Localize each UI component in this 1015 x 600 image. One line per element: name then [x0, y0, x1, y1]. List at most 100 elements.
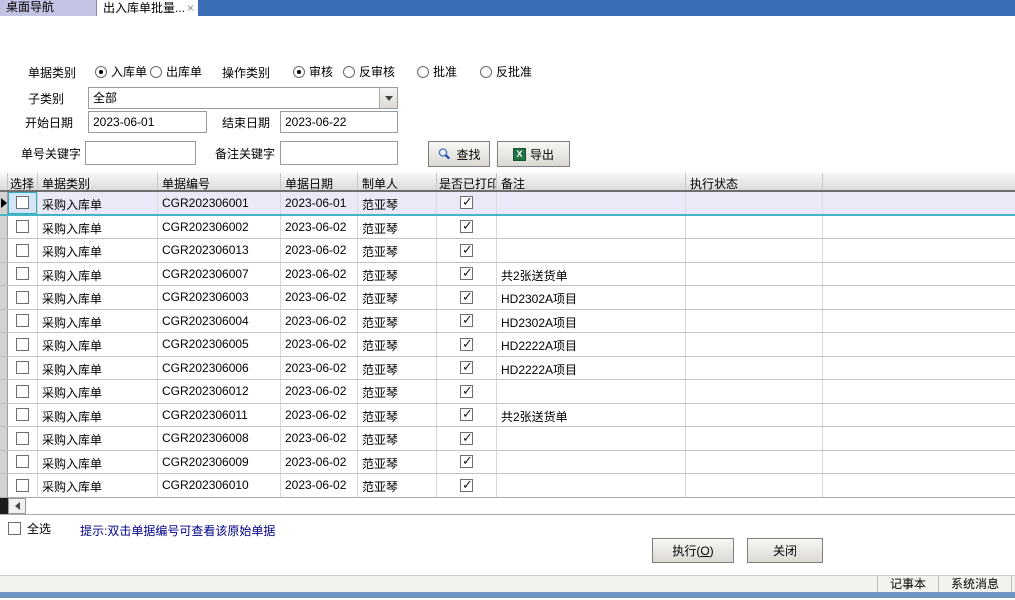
table-row[interactable]: 采购入库单 CGR202306009 2023-06-02 范亚琴 [0, 451, 1015, 475]
row-select-checkbox[interactable] [16, 196, 29, 209]
row-select-cell [8, 286, 38, 309]
row-select-checkbox[interactable] [16, 361, 29, 374]
table-row[interactable]: 采购入库单 CGR202306007 2023-06-02 范亚琴 共2张送货单 [0, 263, 1015, 287]
table-row[interactable]: 采购入库单 CGR202306008 2023-06-02 范亚琴 [0, 427, 1015, 451]
table-row[interactable]: 采购入库单 CGR202306013 2023-06-02 范亚琴 [0, 239, 1015, 263]
row-select-checkbox[interactable] [16, 244, 29, 257]
scrollbar-track[interactable] [26, 498, 1015, 514]
printed-checkbox[interactable] [460, 432, 473, 445]
doc-no-cell[interactable]: CGR202306004 [158, 310, 281, 333]
doc-no-cell[interactable]: CGR202306011 [158, 404, 281, 427]
col-header-doc-no[interactable]: 单据编号 [158, 173, 281, 190]
doc-no-cell[interactable]: CGR202306008 [158, 427, 281, 450]
printed-checkbox[interactable] [460, 361, 473, 374]
doc-no-cell[interactable]: CGR202306002 [158, 216, 281, 239]
row-select-checkbox[interactable] [16, 385, 29, 398]
col-header-exec-status[interactable]: 执行状态 [686, 173, 823, 190]
select-all[interactable]: 全选 [8, 520, 51, 536]
row-select-checkbox[interactable] [16, 455, 29, 468]
table-row[interactable]: 采购入库单 CGR202306002 2023-06-02 范亚琴 [0, 216, 1015, 240]
radio-label: 反审核 [359, 63, 395, 80]
doc-no-cell[interactable]: CGR202306001 [158, 192, 281, 214]
doc-no-cell[interactable]: CGR202306010 [158, 474, 281, 497]
row-select-checkbox[interactable] [16, 314, 29, 327]
end-date-input[interactable] [280, 111, 398, 133]
doc-type-cell: 采购入库单 [38, 474, 158, 497]
find-button[interactable]: 查找 [428, 141, 490, 167]
doc-type-cell: 采购入库单 [38, 310, 158, 333]
status-item-system-message[interactable]: 系统消息 [938, 576, 1012, 592]
printed-cell [437, 427, 497, 450]
table-row[interactable]: 采购入库单 CGR202306011 2023-06-02 范亚琴 共2张送货单 [0, 404, 1015, 428]
col-header-doc-type[interactable]: 单据类别 [38, 173, 158, 190]
status-item-notepad[interactable]: 记事本 [877, 576, 938, 592]
printed-checkbox[interactable] [460, 408, 473, 421]
export-button[interactable]: X 导出 [497, 141, 570, 167]
doc-no-cell[interactable]: CGR202306009 [158, 451, 281, 474]
remark-keyword-input[interactable] [280, 141, 398, 165]
printed-checkbox[interactable] [460, 338, 473, 351]
col-header-doc-date[interactable]: 单据日期 [281, 173, 358, 190]
table-row[interactable]: 采购入库单 CGR202306012 2023-06-02 范亚琴 [0, 380, 1015, 404]
doc-no-cell[interactable]: CGR202306006 [158, 357, 281, 380]
printed-checkbox[interactable] [460, 220, 473, 233]
row-select-checkbox[interactable] [16, 338, 29, 351]
row-select-checkbox[interactable] [16, 291, 29, 304]
printed-checkbox[interactable] [460, 385, 473, 398]
radio-unapprove[interactable]: 反批准 [480, 64, 532, 79]
row-select-cell [8, 263, 38, 286]
row-filler-cell [823, 310, 1015, 333]
doc-no-cell[interactable]: CGR202306005 [158, 333, 281, 356]
exec-status-cell [686, 310, 823, 333]
radio-approve[interactable]: 批准 [417, 64, 457, 79]
table-row[interactable]: 采购入库单 CGR202306003 2023-06-02 范亚琴 HD2302… [0, 286, 1015, 310]
table-row[interactable]: 采购入库单 CGR202306006 2023-06-02 范亚琴 HD2222… [0, 357, 1015, 381]
close-icon[interactable]: × [187, 2, 194, 14]
col-header-remark[interactable]: 备注 [497, 173, 686, 190]
col-header-printed[interactable]: 是否已打印 [437, 173, 497, 190]
radio-audit[interactable]: 审核 [293, 64, 333, 79]
tab-batch-docs[interactable]: 出入库单批量... × [97, 0, 198, 16]
row-select-checkbox[interactable] [16, 432, 29, 445]
printed-checkbox[interactable] [460, 244, 473, 257]
printed-checkbox[interactable] [460, 455, 473, 468]
row-select-checkbox[interactable] [16, 408, 29, 421]
doc-no-cell[interactable]: CGR202306007 [158, 263, 281, 286]
table-row[interactable]: 采购入库单 CGR202306001 2023-06-01 范亚琴 [0, 192, 1015, 216]
exec-status-cell [686, 404, 823, 427]
tab-desktop-nav[interactable]: 桌面导航 [0, 0, 97, 16]
chevron-down-icon [385, 96, 393, 101]
doc-no-cell[interactable]: CGR202306003 [158, 286, 281, 309]
row-select-checkbox[interactable] [16, 479, 29, 492]
close-button[interactable]: 关闭 [747, 538, 823, 563]
col-header-filler [823, 173, 1015, 190]
col-header-maker[interactable]: 制单人 [358, 173, 437, 190]
radio-outbound[interactable]: 出库单 [150, 64, 202, 79]
select-all-checkbox[interactable] [8, 522, 21, 535]
row-select-checkbox[interactable] [16, 267, 29, 280]
app-window: 桌面导航 出入库单批量... × 单据类别 入库单 出库单 操作类别 审核 反审… [0, 0, 1015, 600]
row-select-checkbox[interactable] [16, 220, 29, 233]
col-header-select[interactable]: 选择 [8, 173, 38, 190]
scroll-left-button[interactable] [8, 498, 26, 514]
table-row[interactable]: 采购入库单 CGR202306010 2023-06-02 范亚琴 [0, 474, 1015, 498]
radio-unaudit[interactable]: 反审核 [343, 64, 395, 79]
printed-checkbox[interactable] [460, 291, 473, 304]
printed-checkbox[interactable] [460, 196, 473, 209]
dropdown-button[interactable] [379, 88, 397, 108]
sub-category-select[interactable]: 全部 [88, 87, 398, 109]
remark-cell: HD2222A项目 [497, 333, 686, 356]
printed-checkbox[interactable] [460, 479, 473, 492]
doc-no-cell[interactable]: CGR202306013 [158, 239, 281, 262]
execute-button[interactable]: 执行(O) [652, 538, 734, 563]
start-date-input[interactable] [88, 111, 207, 133]
printed-checkbox[interactable] [460, 267, 473, 280]
radio-inbound[interactable]: 入库单 [95, 64, 147, 79]
doc-type-cell: 采购入库单 [38, 380, 158, 403]
printed-checkbox[interactable] [460, 314, 473, 327]
horizontal-scrollbar[interactable] [0, 497, 1015, 515]
doc-no-keyword-input[interactable] [85, 141, 196, 165]
table-row[interactable]: 采购入库单 CGR202306004 2023-06-02 范亚琴 HD2302… [0, 310, 1015, 334]
doc-no-cell[interactable]: CGR202306012 [158, 380, 281, 403]
table-row[interactable]: 采购入库单 CGR202306005 2023-06-02 范亚琴 HD2222… [0, 333, 1015, 357]
